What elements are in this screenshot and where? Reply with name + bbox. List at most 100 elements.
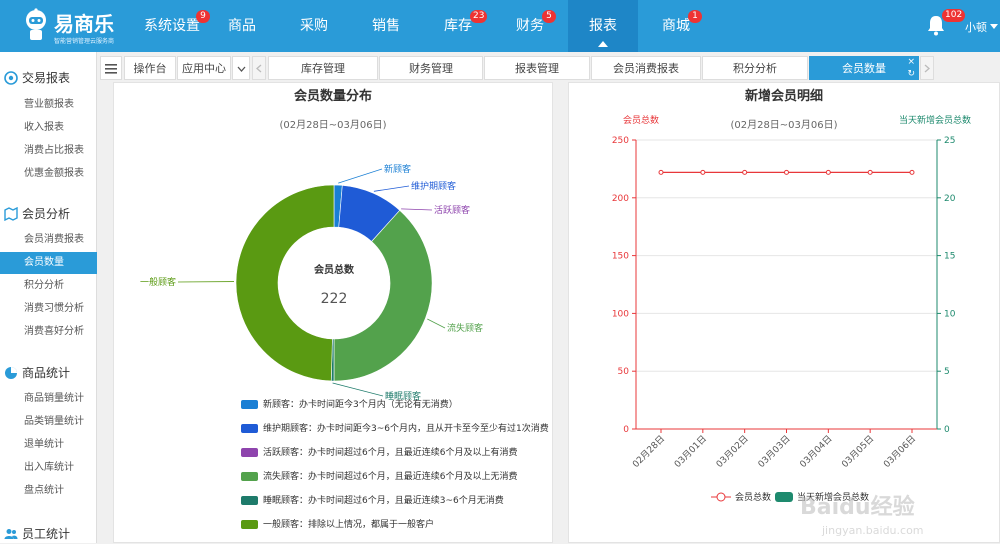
tab-member-count[interactable]: 会员数量 × ↻ (809, 56, 919, 80)
tab-console[interactable]: 操作台 (124, 56, 176, 80)
close-icon[interactable]: × (907, 57, 915, 67)
new-member-detail-panel: 新增会员明细 (02月28日~03月06日) 会员总数 当天新增会员总数 050… (568, 82, 1000, 543)
sidebar-item-active[interactable]: 会员数量 (0, 252, 97, 274)
legend-item[interactable]: 流失顾客：办卡时间超过6个月，且最近连续6个月及以上无消费 (241, 471, 517, 483)
data-point-member-total[interactable] (743, 170, 747, 174)
refresh-icon[interactable]: ↻ (907, 69, 915, 79)
legend-item[interactable]: 维护期顾客：办卡时间距今3~6个月内，且从开卡至今至少有过1次消费 (241, 423, 549, 435)
label-leader-line (401, 209, 432, 210)
legend-marker (717, 493, 725, 501)
x-tick-label: 03月02日 (714, 433, 751, 470)
notification-badge: 23 (470, 10, 487, 23)
sidebar-item[interactable]: 退单统计 (0, 434, 97, 456)
slice-label: 一般顾客 (140, 276, 176, 288)
sidebar-section-goods[interactable]: 商品统计 (0, 363, 97, 383)
label-leader-line (333, 383, 383, 396)
tab-scroll-left[interactable] (252, 56, 266, 80)
users-icon (4, 527, 18, 541)
donut-slice-3[interactable] (334, 210, 432, 381)
nav-reports[interactable]: 报表 (568, 0, 638, 52)
left-tick-label: 0 (623, 425, 629, 435)
slice-label: 活跃顾客 (434, 204, 470, 216)
tab-dropdown[interactable] (232, 56, 250, 80)
sidebar-section-staff[interactable]: 员工统计 (0, 524, 97, 544)
chevron-down-icon[interactable] (990, 24, 998, 29)
tab-report-management[interactable]: 报表管理 (484, 56, 590, 80)
tab-app-center[interactable]: 应用中心 (177, 56, 231, 80)
nav-sales[interactable]: 销售 (356, 0, 416, 52)
tab-points-analysis[interactable]: 积分分析 (702, 56, 808, 80)
legend-swatch (241, 496, 258, 505)
map-icon (4, 207, 18, 221)
sidebar-item[interactable]: 出入库统计 (0, 457, 97, 479)
sidebar-section-trade[interactable]: 交易报表 (0, 68, 97, 88)
legend-item[interactable]: 睡眠顾客：办卡时间超过6个月，且最近连续3~6个月无消费 (241, 495, 504, 507)
menu-toggle-button[interactable] (100, 56, 122, 80)
legend-item[interactable]: 新顾客：办卡时间距今3个月内（无论有无消费） (241, 399, 458, 411)
legend-text[interactable]: 会员总数 (735, 491, 771, 503)
label-leader-line (427, 319, 445, 328)
sidebar-item[interactable]: 消费占比报表 (0, 140, 97, 162)
sidebar-section-label: 商品统计 (22, 363, 70, 383)
tab-label: 会员数量 (842, 62, 886, 75)
legend-text: 一般顾客：排除以上情况，都属于一般客户 (263, 520, 434, 530)
nav-purchase[interactable]: 采购 (284, 0, 344, 52)
sidebar-item[interactable]: 优惠金额报表 (0, 163, 97, 185)
sidebar-item[interactable]: 会员消费报表 (0, 229, 97, 251)
x-tick-label: 03月03日 (756, 433, 793, 470)
nav-finance[interactable]: 财务 5 (500, 0, 560, 52)
tab-inventory-management[interactable]: 库存管理 (268, 56, 378, 80)
sidebar-section-member[interactable]: 会员分析 (0, 204, 97, 224)
left-axis-label: 会员总数 (623, 114, 659, 126)
sidebar-item[interactable]: 消费习惯分析 (0, 298, 97, 320)
x-tick-label: 03月01日 (672, 433, 709, 470)
right-axis-label: 当天新增会员总数 (899, 114, 971, 126)
legend-item[interactable]: 一般顾客：排除以上情况，都属于一般客户 (241, 519, 434, 531)
data-point-member-total[interactable] (659, 170, 663, 174)
legend-item[interactable]: 活跃顾客：办卡时间超过6个月，且最近连续6个月及以上有消费 (241, 447, 517, 459)
sidebar-item[interactable]: 消费喜好分析 (0, 321, 97, 343)
right-tick-label: 15 (944, 252, 955, 262)
tab-finance-management[interactable]: 财务管理 (379, 56, 483, 80)
line-chart: 会员总数 当天新增会员总数 05010015020025005101520250… (569, 83, 1000, 538)
chevron-down-icon (237, 66, 246, 72)
tab-scroll-right[interactable] (920, 56, 934, 80)
sidebar-item[interactable]: 品类销量统计 (0, 411, 97, 433)
nav-inventory[interactable]: 库存 23 (428, 0, 488, 52)
chevron-left-icon (256, 64, 262, 73)
slice-label: 维护期顾客 (411, 180, 456, 192)
data-point-member-total[interactable] (910, 170, 914, 174)
sidebar-item[interactable]: 营业额报表 (0, 94, 97, 116)
sidebar-item[interactable]: 积分分析 (0, 275, 97, 297)
sidebar-item[interactable]: 盘点统计 (0, 480, 97, 502)
legend-text: 睡眠顾客：办卡时间超过6个月，且最近连续3~6个月无消费 (263, 496, 504, 506)
data-point-member-total[interactable] (785, 170, 789, 174)
bell-badge: 102 (942, 9, 965, 22)
right-tick-label: 0 (944, 425, 950, 435)
nav-system-settings[interactable]: 系统设置 9 (132, 0, 212, 52)
sidebar-section-label: 会员分析 (22, 204, 70, 224)
watermark-url: jingyan.baidu.com (821, 524, 924, 537)
app-logo[interactable]: 易商乐 智能营销管理云服务商 (22, 6, 132, 48)
data-point-member-total[interactable] (701, 170, 705, 174)
donut-slice-5[interactable] (236, 185, 334, 381)
member-distribution-panel: 会员数量分布 (02月28日~03月06日) 新顾客维护期顾客活跃顾客流失顾客睡… (113, 82, 553, 543)
nav-mall[interactable]: 商城 1 (646, 0, 706, 52)
legend-swatch (241, 424, 258, 433)
nav-label: 采购 (300, 18, 328, 34)
nav-goods[interactable]: 商品 (212, 0, 272, 52)
robot-logo-icon (22, 8, 50, 42)
data-point-member-total[interactable] (868, 170, 872, 174)
tab-bar: 操作台 应用中心 库存管理 财务管理 报表管理 会员消费报表 积分分析 会员数量… (100, 56, 938, 82)
legend-swatch (775, 492, 793, 502)
tab-member-consumption-report[interactable]: 会员消费报表 (591, 56, 701, 80)
user-name[interactable]: 小顿 (965, 19, 987, 35)
sidebar-item[interactable]: 商品销量统计 (0, 388, 97, 410)
notification-badge: 1 (688, 10, 702, 23)
nav-label: 商品 (228, 18, 256, 34)
data-point-member-total[interactable] (826, 170, 830, 174)
left-tick-label: 250 (612, 136, 629, 146)
slice-label: 流失顾客 (447, 322, 483, 334)
left-tick-label: 150 (612, 252, 629, 262)
sidebar-item[interactable]: 收入报表 (0, 117, 97, 139)
